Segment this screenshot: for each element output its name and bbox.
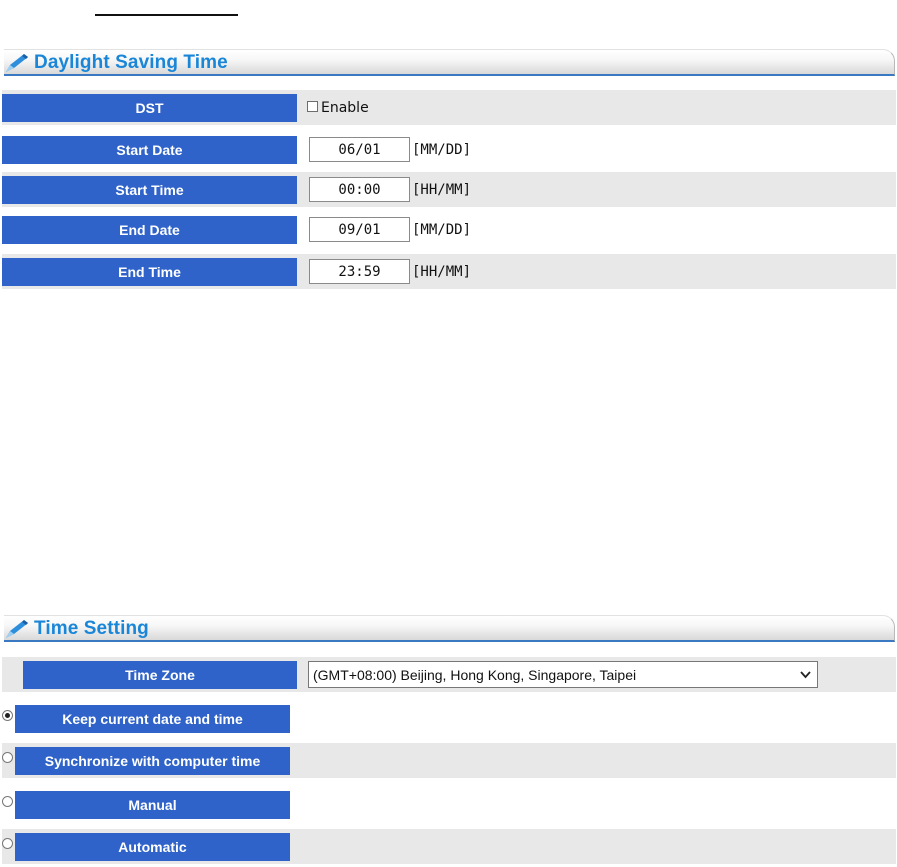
keep-current-radio[interactable] (2, 710, 13, 721)
automatic-radio[interactable] (2, 838, 13, 849)
time-zone-label: Time Zone (23, 661, 297, 689)
option-row-manual: Manual (2, 787, 896, 822)
end-date-unit: [MM/DD] (412, 222, 472, 238)
end-date-input[interactable] (309, 217, 410, 242)
time-zone-select[interactable]: (GMT+08:00) Beijing, Hong Kong, Singapor… (308, 661, 818, 688)
sync-computer-radio[interactable] (2, 752, 13, 763)
dst-enable-checkbox[interactable] (307, 101, 318, 112)
dst-label: DST (2, 94, 297, 122)
time-zone-value: (GMT+08:00) Beijing, Hong Kong, Singapor… (313, 666, 637, 683)
dst-section-title: Daylight Saving Time (34, 52, 228, 73)
pen-icon (6, 54, 28, 72)
top-underline (95, 14, 238, 16)
start-time-row: Start Time [HH/MM] (2, 172, 896, 207)
keep-current-label[interactable]: Keep current date and time (15, 705, 290, 733)
chevron-down-icon (800, 671, 811, 679)
end-time-row: End Time [HH/MM] (2, 254, 896, 289)
option-row-sync: Synchronize with computer time (2, 743, 896, 778)
end-time-label: End Time (2, 258, 297, 286)
manual-label[interactable]: Manual (15, 791, 290, 819)
sync-computer-label[interactable]: Synchronize with computer time (15, 747, 290, 775)
end-time-input[interactable] (309, 259, 410, 284)
dst-row: DST Enable (2, 90, 896, 125)
dst-enable-label: Enable (321, 100, 369, 116)
start-date-label: Start Date (2, 136, 297, 164)
end-time-unit: [HH/MM] (412, 264, 472, 280)
end-date-label: End Date (2, 216, 297, 244)
start-date-row: Start Date [MM/DD] (2, 132, 896, 167)
start-date-unit: [MM/DD] (412, 142, 472, 158)
dst-section-header: Daylight Saving Time (4, 49, 895, 76)
radio-selected-dot (5, 713, 10, 718)
time-section-title: Time Setting (34, 618, 149, 639)
pen-icon (6, 620, 28, 638)
time-zone-row: Time Zone (GMT+08:00) Beijing, Hong Kong… (2, 657, 896, 692)
start-time-label: Start Time (2, 176, 297, 204)
automatic-label[interactable]: Automatic (15, 833, 290, 861)
option-row-keep: Keep current date and time (2, 701, 896, 736)
option-row-automatic: Automatic (2, 829, 896, 864)
start-time-input[interactable] (309, 177, 410, 202)
time-section-header: Time Setting (4, 615, 895, 642)
start-date-input[interactable] (309, 137, 410, 162)
start-time-unit: [HH/MM] (412, 182, 472, 198)
end-date-row: End Date [MM/DD] (2, 212, 896, 247)
manual-radio[interactable] (2, 796, 13, 807)
